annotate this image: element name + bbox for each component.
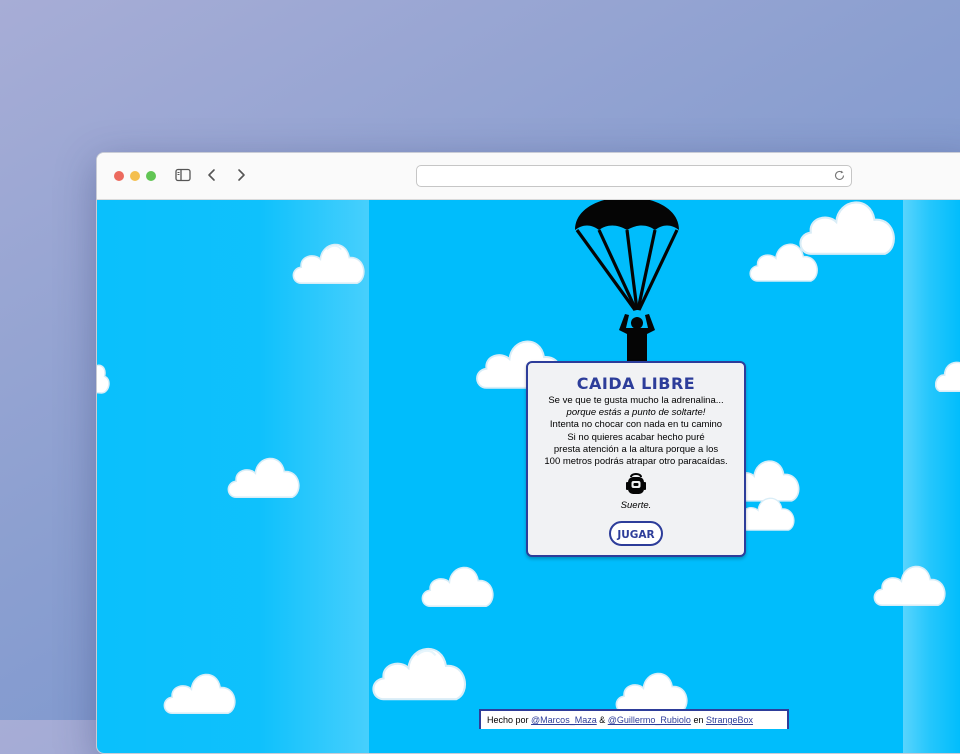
backpack-icon bbox=[626, 473, 646, 495]
reload-icon[interactable] bbox=[833, 169, 846, 182]
address-bar[interactable] bbox=[416, 165, 852, 187]
forward-arrow-icon[interactable] bbox=[232, 166, 250, 184]
cloud bbox=[227, 457, 300, 498]
cloud bbox=[935, 361, 960, 392]
game-viewport[interactable]: CAIDA LIBRE Se ve que te gusta mucho la … bbox=[97, 200, 960, 753]
cloud bbox=[292, 243, 365, 284]
good-luck-text: Suerte. bbox=[620, 500, 652, 512]
play-button[interactable]: JUGAR bbox=[609, 521, 663, 547]
close-window-button[interactable] bbox=[114, 171, 124, 181]
cloud bbox=[97, 364, 110, 394]
intro-line: Si no quieres acabar hecho puré bbox=[567, 431, 705, 443]
intro-line: porque estás a punto de soltarte! bbox=[566, 407, 706, 419]
browser-window: CAIDA LIBRE Se ve que te gusta mucho la … bbox=[96, 152, 960, 754]
cloud bbox=[873, 565, 946, 606]
cloud bbox=[421, 566, 494, 607]
cloud bbox=[615, 672, 688, 713]
credits-suffix: en bbox=[693, 715, 704, 725]
intro-dialog: CAIDA LIBRE Se ve que te gusta mucho la … bbox=[526, 361, 746, 557]
credits-prefix: Hecho por bbox=[487, 715, 529, 725]
author-link[interactable]: @Marcos_Maza bbox=[531, 715, 597, 725]
right-sky-panel bbox=[903, 200, 960, 753]
back-arrow-icon[interactable] bbox=[203, 166, 221, 184]
intro-line: 100 metros podrás atrapar otro paracaída… bbox=[544, 456, 728, 468]
minimize-window-button[interactable] bbox=[130, 171, 140, 181]
intro-line: Se ve que te gusta mucho la adrenalina..… bbox=[548, 395, 724, 406]
author-link[interactable]: @Guillermo_Rubiolo bbox=[608, 715, 691, 725]
cloud bbox=[799, 201, 895, 255]
maximize-window-button[interactable] bbox=[146, 171, 156, 181]
parachute-player bbox=[575, 200, 679, 362]
browser-toolbar bbox=[97, 153, 960, 200]
game-title: CAIDA LIBRE bbox=[576, 374, 696, 393]
intro-line: Intenta no chocar con nada en tu camino bbox=[549, 419, 723, 431]
intro-line: presta atención a la altura porque a los bbox=[553, 443, 719, 455]
credits-bar: Hecho por @Marcos_Maza & @Guillermo_Rubi… bbox=[479, 709, 789, 729]
cloud bbox=[372, 647, 466, 701]
credits-joiner: & bbox=[599, 715, 606, 725]
cloud bbox=[163, 673, 236, 714]
sidebar-icon[interactable] bbox=[174, 166, 192, 184]
platform-link[interactable]: StrangeBox bbox=[706, 715, 753, 725]
